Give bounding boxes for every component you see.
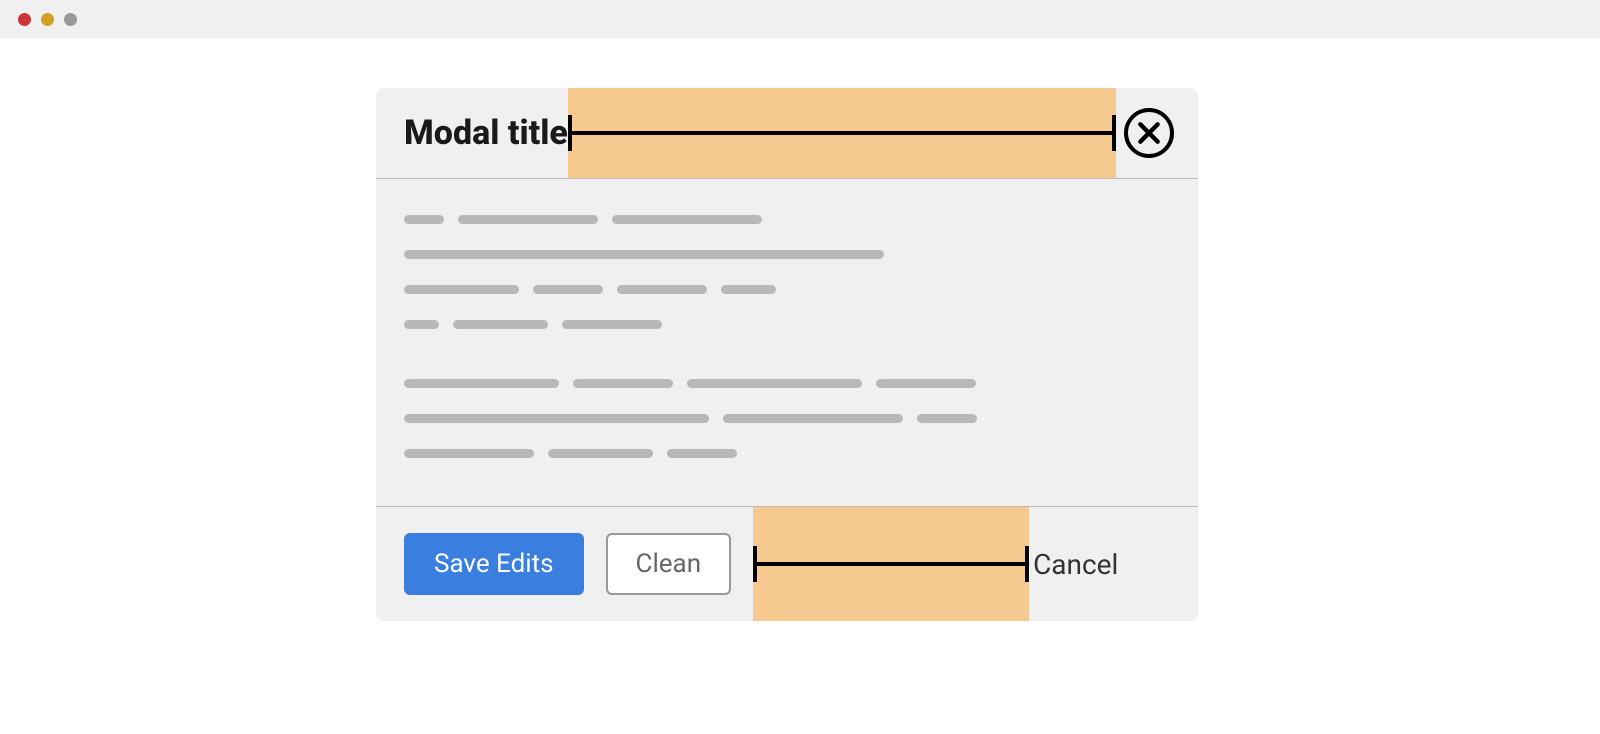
window-close-dot[interactable] <box>18 13 31 26</box>
window-maximize-dot[interactable] <box>64 13 77 26</box>
save-button[interactable]: Save Edits <box>404 533 584 595</box>
clean-button[interactable]: Clean <box>606 533 732 595</box>
modal-body <box>376 179 1198 506</box>
footer-margin-highlight <box>753 507 1029 621</box>
cancel-link[interactable]: Cancel <box>1033 548 1118 581</box>
close-icon <box>1136 120 1162 146</box>
placeholder-paragraph <box>404 379 1170 458</box>
modal-footer: Save Edits Clean Cancel <box>376 506 1198 621</box>
window-titlebar <box>0 0 1600 38</box>
margin-measure-line <box>568 131 1116 135</box>
header-margin-highlight <box>568 88 1116 178</box>
margin-measure-line <box>753 562 1029 566</box>
window-minimize-dot[interactable] <box>41 13 54 26</box>
modal-title: Modal title <box>404 113 568 153</box>
placeholder-paragraph <box>404 215 1170 329</box>
modal-dialog: Modal title <box>376 88 1198 621</box>
modal-header: Modal title <box>376 88 1198 179</box>
close-button[interactable] <box>1124 108 1174 158</box>
